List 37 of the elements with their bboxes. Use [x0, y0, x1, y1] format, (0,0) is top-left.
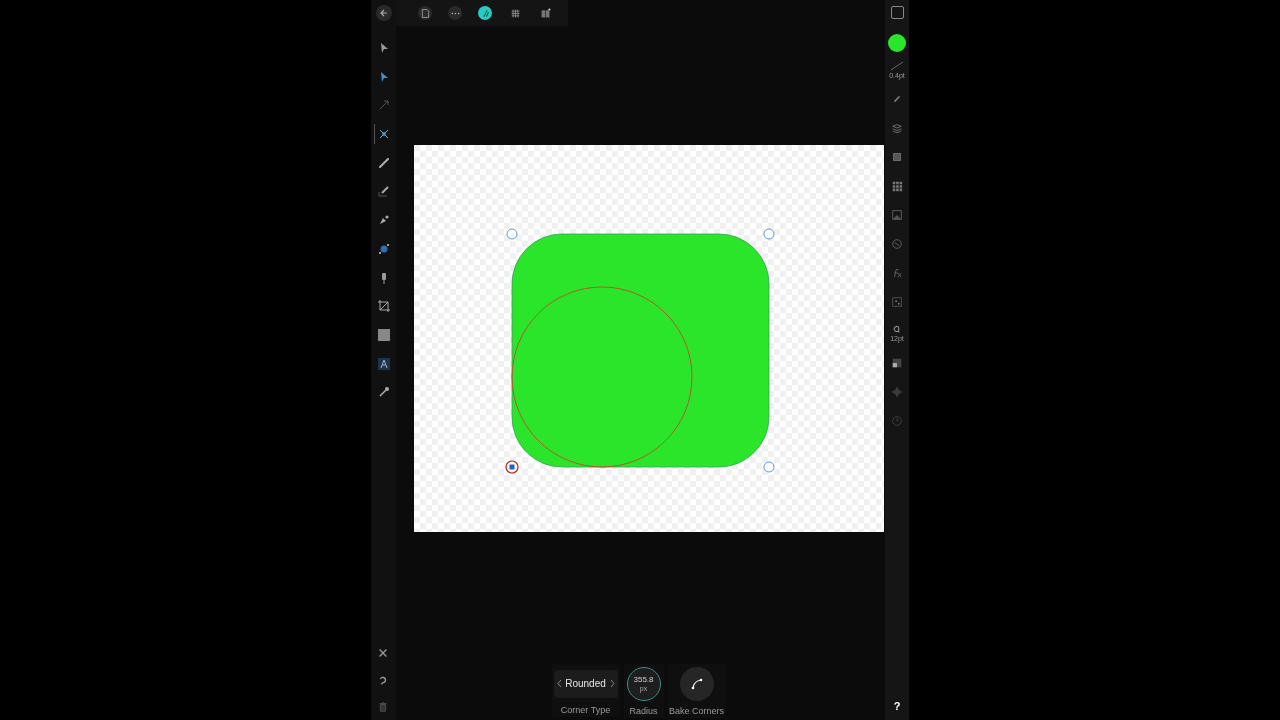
- corner-type-selector[interactable]: Rounded: [553, 669, 618, 698]
- image-icon: [891, 209, 903, 221]
- selection-handle[interactable]: [763, 461, 775, 473]
- radius-label: Radius: [629, 704, 658, 718]
- document-icon: [419, 7, 431, 19]
- fill-color-swatch[interactable]: [888, 34, 906, 52]
- fill-icon: [376, 241, 391, 256]
- anchor-handle[interactable]: [505, 460, 519, 474]
- selection-handle[interactable]: [506, 228, 518, 240]
- chevron-right-icon: [609, 679, 615, 688]
- grid-icon: [509, 7, 521, 19]
- square-icon: [376, 327, 391, 342]
- align-icon: [891, 357, 903, 369]
- brush-icon: [891, 93, 903, 105]
- corner-type-label: Corner Type: [560, 703, 611, 717]
- chip-icon: [891, 151, 903, 163]
- chevron-left-icon: [556, 679, 562, 688]
- history-icon: [891, 415, 903, 427]
- help-button[interactable]: ?: [893, 697, 901, 714]
- fx-icon: [891, 267, 903, 279]
- snapping-icon: [891, 386, 903, 398]
- toolbar-button[interactable]: [418, 6, 432, 20]
- back-button[interactable]: [375, 5, 392, 21]
- bake-corners-label: Bake Corners: [669, 704, 724, 718]
- brush-icon: [376, 184, 391, 199]
- layout-icon: [539, 7, 551, 19]
- crop-icon: [376, 299, 391, 314]
- stroke-icon: [890, 61, 904, 71]
- pencil-icon: [376, 155, 391, 170]
- curve-icon: [690, 677, 703, 690]
- layers-icon: [891, 122, 903, 134]
- back-arrow-icon: [379, 9, 388, 17]
- swatches-icon: [891, 180, 903, 192]
- selection-handle[interactable]: [763, 228, 775, 240]
- fullscreen-button[interactable]: [890, 6, 904, 19]
- text-icon: [376, 356, 391, 371]
- transform-icon: [891, 296, 903, 308]
